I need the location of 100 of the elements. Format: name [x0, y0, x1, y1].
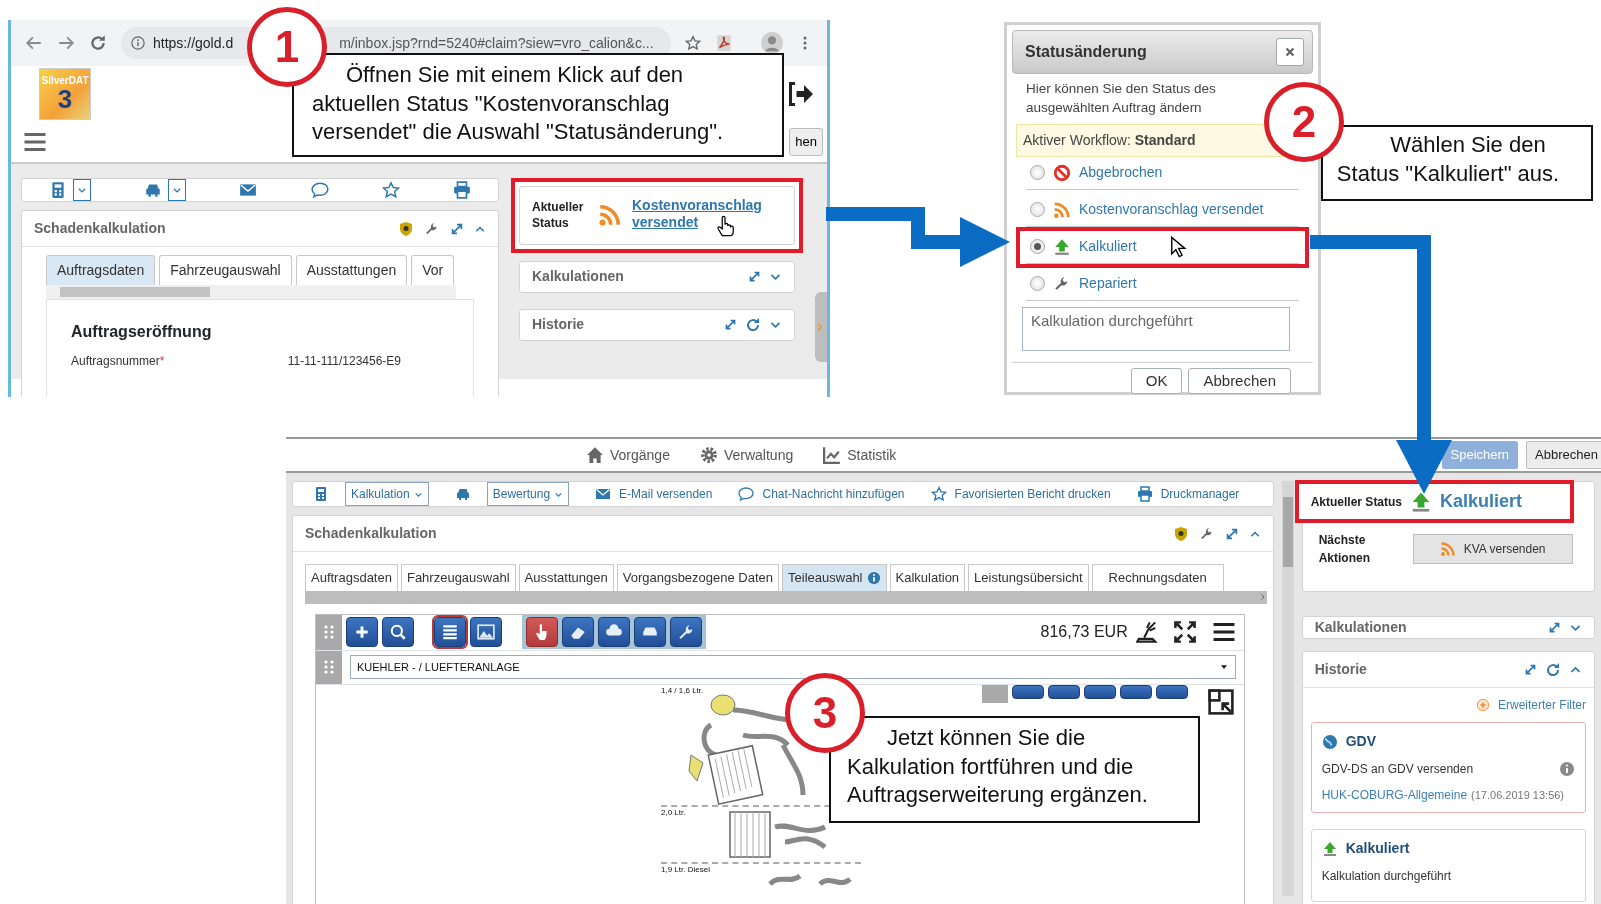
expand-icon[interactable]: [748, 270, 761, 284]
hand-tool-button[interactable]: [526, 617, 558, 647]
send-quote-button[interactable]: KVA versenden: [1412, 534, 1573, 564]
spray-icon[interactable]: [1135, 621, 1158, 643]
status-option[interactable]: Repariert: [1079, 273, 1137, 295]
side-toggle[interactable]: [815, 292, 827, 362]
speech-bubble-icon[interactable]: [738, 486, 755, 502]
tab[interactable]: Leistungsübersicht: [968, 564, 1089, 591]
drag-handle[interactable]: [316, 650, 342, 684]
printer-icon[interactable]: [1136, 486, 1153, 502]
group-select[interactable]: KUEHLER - / LUEFTERANLAGE: [350, 655, 1236, 679]
eraser-button[interactable]: [562, 617, 594, 647]
action-button[interactable]: Abbrechen: [1526, 441, 1601, 469]
home-icon: [586, 446, 604, 464]
tab[interactable]: Auftragsdaten: [46, 255, 156, 285]
avatar-icon[interactable]: [761, 32, 783, 54]
collapse-icon[interactable]: [1207, 688, 1234, 715]
toolbar-link[interactable]: Chat-Nachricht hinzufügen: [762, 485, 905, 503]
entry-text: Kalkulation durchgeführt: [1321, 868, 1452, 885]
tab[interactable]: Ausstattungen: [518, 564, 614, 591]
source-link[interactable]: HUK-COBURG-Allgemeine: [1321, 786, 1468, 804]
info-icon[interactable]: [1559, 761, 1575, 777]
calculator-icon[interactable]: [313, 486, 329, 502]
cancel-button[interactable]: hen: [789, 128, 823, 156]
scrollbar[interactable]: [46, 285, 456, 299]
toolbar-link[interactable]: Druckmanager: [1160, 485, 1240, 503]
radio-button[interactable]: [1030, 276, 1045, 292]
nav-link[interactable]: Statistik: [823, 444, 897, 466]
tab[interactable]: Rechnungsdaten: [1091, 564, 1224, 591]
expand-icon[interactable]: [1224, 526, 1239, 541]
dialog-description: Hier können Sie den Status des ausgewählten Auftrag ändern: [1025, 80, 1217, 117]
section-title: Auftragseröffnung: [71, 322, 213, 342]
nav-link[interactable]: Verwaltung: [699, 444, 794, 466]
image-view-button[interactable]: [470, 617, 502, 647]
list-view-button[interactable]: [434, 617, 466, 647]
radio-button[interactable]: [1030, 202, 1045, 218]
star-icon[interactable]: [685, 35, 701, 51]
add-button[interactable]: [346, 617, 378, 647]
tab[interactable]: Kalkulation: [889, 564, 966, 591]
expand-icon[interactable]: [450, 221, 464, 236]
printer-icon[interactable]: [453, 181, 472, 199]
dialog-button[interactable]: OK: [1130, 367, 1183, 395]
dialog-button[interactable]: Abbrechen: [1188, 367, 1291, 395]
tab[interactable]: Fahrzeugauswahl: [159, 255, 292, 285]
star-icon[interactable]: [381, 181, 400, 199]
tab[interactable]: Auftragsdaten: [305, 564, 398, 591]
tab[interactable]: Vorgangsbezogene Daten: [616, 564, 780, 591]
tab[interactable]: Ausstattungen: [295, 255, 408, 285]
star-icon[interactable]: [930, 486, 947, 502]
scrollbar[interactable]: [1281, 481, 1294, 896]
status-option[interactable]: Abgebrochen: [1079, 162, 1163, 184]
envelope-icon[interactable]: [595, 486, 612, 502]
radio-button[interactable]: [1030, 165, 1045, 181]
toolbar-link[interactable]: Favorisierten Bericht drucken: [954, 485, 1111, 503]
dropdown-button[interactable]: [72, 179, 91, 201]
close-button[interactable]: [1276, 38, 1304, 66]
refresh-icon[interactable]: [1545, 661, 1561, 678]
tab[interactable]: Teileauswahl: [782, 564, 887, 591]
cloud-button[interactable]: [598, 617, 630, 647]
dropdown[interactable]: Kalkulation: [345, 482, 429, 506]
dropdown-button[interactable]: [168, 179, 186, 201]
menu-icon[interactable]: [1211, 620, 1236, 644]
tab[interactable]: Vor: [411, 255, 455, 285]
filter-link[interactable]: Erweiterter Filter: [1498, 696, 1586, 714]
radio-button[interactable]: [1030, 239, 1045, 255]
expand-icon[interactable]: [1548, 621, 1561, 634]
speech-bubble-icon[interactable]: [310, 181, 329, 199]
car-button[interactable]: [634, 617, 666, 647]
pdf-icon[interactable]: [715, 34, 733, 52]
expand-icon[interactable]: [724, 318, 737, 332]
status-link[interactable]: Kostenvoranschlag versendet: [632, 197, 782, 231]
envelope-icon[interactable]: [239, 181, 258, 199]
shield-icon: [398, 220, 414, 237]
logo-text: SilverDAT: [41, 76, 89, 86]
field-label: Auftragsnummer: [71, 353, 160, 370]
refresh-icon[interactable]: [745, 316, 761, 333]
panel-title: Schadenkalkulation: [34, 219, 166, 238]
panel-title: Historie: [1314, 660, 1367, 679]
chevron-down-icon: [172, 185, 182, 195]
tab[interactable]: Fahrzeugauswahl: [400, 564, 516, 591]
car-icon[interactable]: [144, 181, 162, 199]
drag-handle[interactable]: [316, 614, 342, 650]
upload-arrow-icon: [1053, 237, 1071, 256]
wrench-button[interactable]: [670, 617, 702, 647]
forward-icon[interactable]: [57, 34, 75, 52]
fullscreen-icon[interactable]: [1173, 621, 1196, 643]
toolbar-link[interactable]: E-Mail versenden: [619, 485, 713, 503]
back-icon[interactable]: [25, 34, 43, 52]
status-option[interactable]: Kostenvoranschlag versendet: [1079, 199, 1264, 221]
info-icon: [131, 36, 145, 50]
reload-icon[interactable]: [89, 34, 107, 52]
shield-icon: [1172, 525, 1189, 542]
nav-link[interactable]: Vorgänge: [586, 444, 670, 466]
dropdown[interactable]: Bewertung: [486, 482, 570, 506]
expand-icon[interactable]: [1524, 663, 1537, 676]
status-option[interactable]: Kalkuliert: [1079, 236, 1137, 258]
comment-field[interactable]: Kalkulation durchgeführt: [1022, 306, 1290, 351]
zoom-button[interactable]: [382, 617, 414, 647]
car-icon[interactable]: [454, 486, 471, 502]
logout-icon[interactable]: [789, 82, 813, 106]
